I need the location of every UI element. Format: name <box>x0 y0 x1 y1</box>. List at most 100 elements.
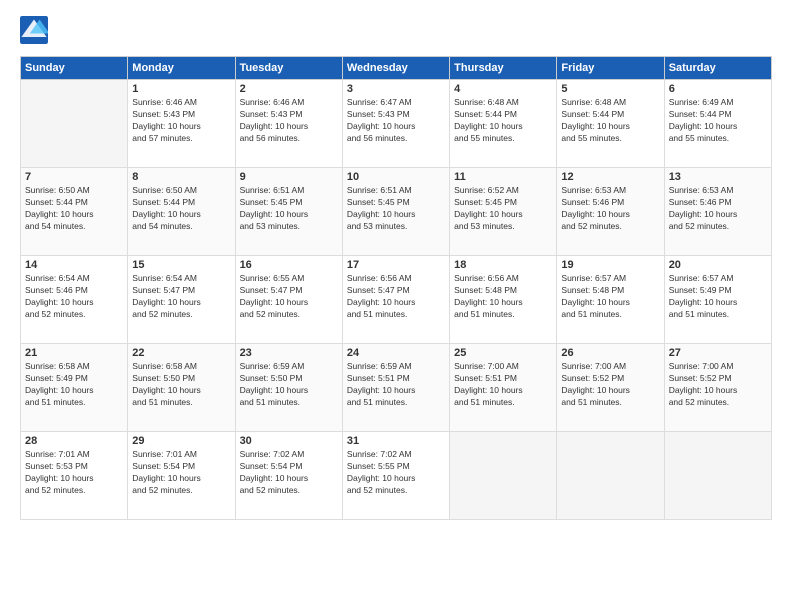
day-number: 14 <box>25 259 123 271</box>
calendar-cell: 7 Sunrise: 6:50 AM Sunset: 5:44 PM Daylig… <box>21 168 128 256</box>
calendar-cell: 3Sunrise: 6:47 AM Sunset: 5:43 PM Daylig… <box>342 80 449 168</box>
day-number: 29 <box>132 435 230 447</box>
day-number: 10 <box>347 171 445 183</box>
calendar-week-5: 28 Sunrise: 7:01 AM Sunset: 5:53 PM Dayli… <box>21 432 772 520</box>
calendar-cell: 28 Sunrise: 7:01 AM Sunset: 5:53 PM Dayli… <box>21 432 128 520</box>
calendar-cell: 24Sunrise: 6:59 AM Sunset: 5:51 PM Dayli… <box>342 344 449 432</box>
weekday-header-monday: Monday <box>128 57 235 80</box>
day-number: 5 <box>561 83 659 95</box>
calendar-table: SundayMondayTuesdayWednesdayThursdayFrid… <box>20 56 772 520</box>
calendar-cell: 11 Sunrise: 6:52 AM Sunset: 5:45 PM Dayli… <box>450 168 557 256</box>
calendar-cell: 20Sunrise: 6:57 AM Sunset: 5:49 PM Dayli… <box>664 256 771 344</box>
calendar-week-3: 14 Sunrise: 6:54 AM Sunset: 5:46 PM Dayli… <box>21 256 772 344</box>
day-number: 1 <box>132 83 230 95</box>
day-number: 21 <box>25 347 123 359</box>
weekday-header-tuesday: Tuesday <box>235 57 342 80</box>
day-number: 7 <box>25 171 123 183</box>
calendar-cell: 27 Sunrise: 7:00 AM Sunset: 5:52 PM Dayli… <box>664 344 771 432</box>
day-number: 24 <box>347 347 445 359</box>
calendar-cell: 18 Sunrise: 6:56 AM Sunset: 5:48 PM Dayli… <box>450 256 557 344</box>
calendar-cell <box>664 432 771 520</box>
day-info: Sunrise: 7:00 AM Sunset: 5:52 PM Dayligh… <box>669 361 767 409</box>
calendar-cell <box>557 432 664 520</box>
logo <box>20 16 52 44</box>
calendar-week-1: 1 Sunrise: 6:46 AM Sunset: 5:43 PM Daylig… <box>21 80 772 168</box>
calendar-cell: 16Sunrise: 6:55 AM Sunset: 5:47 PM Dayli… <box>235 256 342 344</box>
calendar-cell: 4Sunrise: 6:48 AM Sunset: 5:44 PM Daylig… <box>450 80 557 168</box>
day-info: Sunrise: 6:57 AM Sunset: 5:49 PM Dayligh… <box>669 273 767 321</box>
day-number: 17 <box>347 259 445 271</box>
day-number: 16 <box>240 259 338 271</box>
day-number: 8 <box>132 171 230 183</box>
weekday-header-wednesday: Wednesday <box>342 57 449 80</box>
calendar-cell: 8 Sunrise: 6:50 AM Sunset: 5:44 PM Daylig… <box>128 168 235 256</box>
calendar-cell: 25Sunrise: 7:00 AM Sunset: 5:51 PM Dayli… <box>450 344 557 432</box>
calendar-cell: 2 Sunrise: 6:46 AM Sunset: 5:43 PM Daylig… <box>235 80 342 168</box>
calendar-cell: 17 Sunrise: 6:56 AM Sunset: 5:47 PM Dayli… <box>342 256 449 344</box>
calendar-cell: 10 Sunrise: 6:51 AM Sunset: 5:45 PM Dayli… <box>342 168 449 256</box>
logo-icon <box>20 16 48 44</box>
day-number: 2 <box>240 83 338 95</box>
day-number: 23 <box>240 347 338 359</box>
day-number: 4 <box>454 83 552 95</box>
calendar-cell: 31 Sunrise: 7:02 AM Sunset: 5:55 PM Dayli… <box>342 432 449 520</box>
day-info: Sunrise: 6:58 AM Sunset: 5:49 PM Dayligh… <box>25 361 123 409</box>
day-info: Sunrise: 6:46 AM Sunset: 5:43 PM Dayligh… <box>132 97 230 145</box>
calendar-cell: 15Sunrise: 6:54 AM Sunset: 5:47 PM Dayli… <box>128 256 235 344</box>
day-number: 13 <box>669 171 767 183</box>
day-info: Sunrise: 6:53 AM Sunset: 5:46 PM Dayligh… <box>669 185 767 233</box>
weekday-header-thursday: Thursday <box>450 57 557 80</box>
day-number: 9 <box>240 171 338 183</box>
calendar-cell: 14 Sunrise: 6:54 AM Sunset: 5:46 PM Dayli… <box>21 256 128 344</box>
day-info: Sunrise: 6:54 AM Sunset: 5:46 PM Dayligh… <box>25 273 123 321</box>
day-info: Sunrise: 7:01 AM Sunset: 5:54 PM Dayligh… <box>132 449 230 497</box>
day-number: 11 <box>454 171 552 183</box>
day-number: 22 <box>132 347 230 359</box>
day-info: Sunrise: 6:51 AM Sunset: 5:45 PM Dayligh… <box>240 185 338 233</box>
day-info: Sunrise: 7:00 AM Sunset: 5:52 PM Dayligh… <box>561 361 659 409</box>
day-info: Sunrise: 6:58 AM Sunset: 5:50 PM Dayligh… <box>132 361 230 409</box>
day-info: Sunrise: 6:59 AM Sunset: 5:50 PM Dayligh… <box>240 361 338 409</box>
day-number: 19 <box>561 259 659 271</box>
calendar-cell: 26Sunrise: 7:00 AM Sunset: 5:52 PM Dayli… <box>557 344 664 432</box>
calendar-cell: 23 Sunrise: 6:59 AM Sunset: 5:50 PM Dayli… <box>235 344 342 432</box>
day-info: Sunrise: 6:56 AM Sunset: 5:48 PM Dayligh… <box>454 273 552 321</box>
day-number: 6 <box>669 83 767 95</box>
day-info: Sunrise: 6:47 AM Sunset: 5:43 PM Dayligh… <box>347 97 445 145</box>
calendar-week-4: 21 Sunrise: 6:58 AM Sunset: 5:49 PM Dayli… <box>21 344 772 432</box>
calendar-cell: 22 Sunrise: 6:58 AM Sunset: 5:50 PM Dayli… <box>128 344 235 432</box>
calendar-cell: 1 Sunrise: 6:46 AM Sunset: 5:43 PM Daylig… <box>128 80 235 168</box>
day-info: Sunrise: 6:51 AM Sunset: 5:45 PM Dayligh… <box>347 185 445 233</box>
calendar-cell: 29 Sunrise: 7:01 AM Sunset: 5:54 PM Dayli… <box>128 432 235 520</box>
calendar-cell: 9 Sunrise: 6:51 AM Sunset: 5:45 PM Daylig… <box>235 168 342 256</box>
calendar-cell: 6 Sunrise: 6:49 AM Sunset: 5:44 PM Daylig… <box>664 80 771 168</box>
calendar-cell: 21 Sunrise: 6:58 AM Sunset: 5:49 PM Dayli… <box>21 344 128 432</box>
calendar-cell: 13 Sunrise: 6:53 AM Sunset: 5:46 PM Dayli… <box>664 168 771 256</box>
day-info: Sunrise: 7:01 AM Sunset: 5:53 PM Dayligh… <box>25 449 123 497</box>
weekday-header-row: SundayMondayTuesdayWednesdayThursdayFrid… <box>21 57 772 80</box>
day-info: Sunrise: 6:49 AM Sunset: 5:44 PM Dayligh… <box>669 97 767 145</box>
day-number: 28 <box>25 435 123 447</box>
day-number: 27 <box>669 347 767 359</box>
day-info: Sunrise: 6:50 AM Sunset: 5:44 PM Dayligh… <box>25 185 123 233</box>
weekday-header-saturday: Saturday <box>664 57 771 80</box>
day-number: 30 <box>240 435 338 447</box>
day-info: Sunrise: 6:46 AM Sunset: 5:43 PM Dayligh… <box>240 97 338 145</box>
day-info: Sunrise: 6:52 AM Sunset: 5:45 PM Dayligh… <box>454 185 552 233</box>
day-info: Sunrise: 7:02 AM Sunset: 5:54 PM Dayligh… <box>240 449 338 497</box>
day-number: 18 <box>454 259 552 271</box>
calendar-cell <box>21 80 128 168</box>
day-info: Sunrise: 7:02 AM Sunset: 5:55 PM Dayligh… <box>347 449 445 497</box>
day-number: 12 <box>561 171 659 183</box>
day-number: 25 <box>454 347 552 359</box>
day-info: Sunrise: 6:56 AM Sunset: 5:47 PM Dayligh… <box>347 273 445 321</box>
day-info: Sunrise: 6:57 AM Sunset: 5:48 PM Dayligh… <box>561 273 659 321</box>
calendar-cell: 19 Sunrise: 6:57 AM Sunset: 5:48 PM Dayli… <box>557 256 664 344</box>
weekday-header-sunday: Sunday <box>21 57 128 80</box>
day-info: Sunrise: 6:50 AM Sunset: 5:44 PM Dayligh… <box>132 185 230 233</box>
day-info: Sunrise: 6:54 AM Sunset: 5:47 PM Dayligh… <box>132 273 230 321</box>
day-info: Sunrise: 6:53 AM Sunset: 5:46 PM Dayligh… <box>561 185 659 233</box>
calendar-cell: 12 Sunrise: 6:53 AM Sunset: 5:46 PM Dayli… <box>557 168 664 256</box>
calendar-cell: 5Sunrise: 6:48 AM Sunset: 5:44 PM Daylig… <box>557 80 664 168</box>
day-number: 31 <box>347 435 445 447</box>
